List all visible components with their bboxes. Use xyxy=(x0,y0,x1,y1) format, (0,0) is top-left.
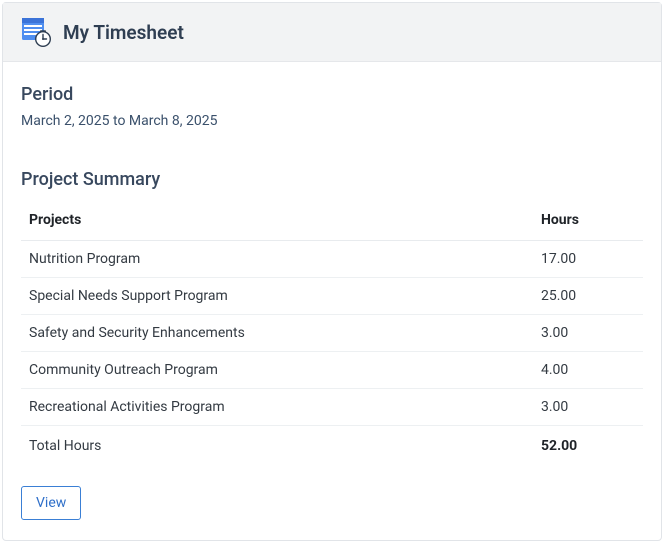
project-hours: 3.00 xyxy=(533,315,643,352)
project-name: Community Outreach Program xyxy=(21,352,533,389)
summary-heading: Project Summary xyxy=(21,169,643,190)
card-body: Period March 2, 2025 to March 8, 2025 Pr… xyxy=(3,62,661,540)
card-header: My Timesheet xyxy=(3,3,661,62)
table-row: Nutrition Program 17.00 xyxy=(21,241,643,278)
total-row: Total Hours 52.00 xyxy=(21,426,643,467)
col-projects: Projects xyxy=(21,204,533,241)
project-hours: 17.00 xyxy=(533,241,643,278)
timesheet-card: My Timesheet Period March 2, 2025 to Mar… xyxy=(2,2,662,541)
project-hours: 25.00 xyxy=(533,278,643,315)
card-title: My Timesheet xyxy=(63,21,184,44)
project-hours: 3.00 xyxy=(533,389,643,426)
project-name: Recreational Activities Program xyxy=(21,389,533,426)
timesheet-icon xyxy=(21,17,51,47)
table-row: Special Needs Support Program 25.00 xyxy=(21,278,643,315)
period-heading: Period xyxy=(21,84,643,105)
project-hours: 4.00 xyxy=(533,352,643,389)
project-name: Nutrition Program xyxy=(21,241,533,278)
project-name: Safety and Security Enhancements xyxy=(21,315,533,352)
table-row: Safety and Security Enhancements 3.00 xyxy=(21,315,643,352)
project-name: Special Needs Support Program xyxy=(21,278,533,315)
total-label: Total Hours xyxy=(21,426,533,467)
total-hours: 52.00 xyxy=(533,426,643,467)
view-button[interactable]: View xyxy=(21,486,81,520)
period-value: March 2, 2025 to March 8, 2025 xyxy=(21,113,643,129)
project-summary-table: Projects Hours Nutrition Program 17.00 S… xyxy=(21,204,643,466)
table-row: Recreational Activities Program 3.00 xyxy=(21,389,643,426)
col-hours: Hours xyxy=(533,204,643,241)
table-row: Community Outreach Program 4.00 xyxy=(21,352,643,389)
